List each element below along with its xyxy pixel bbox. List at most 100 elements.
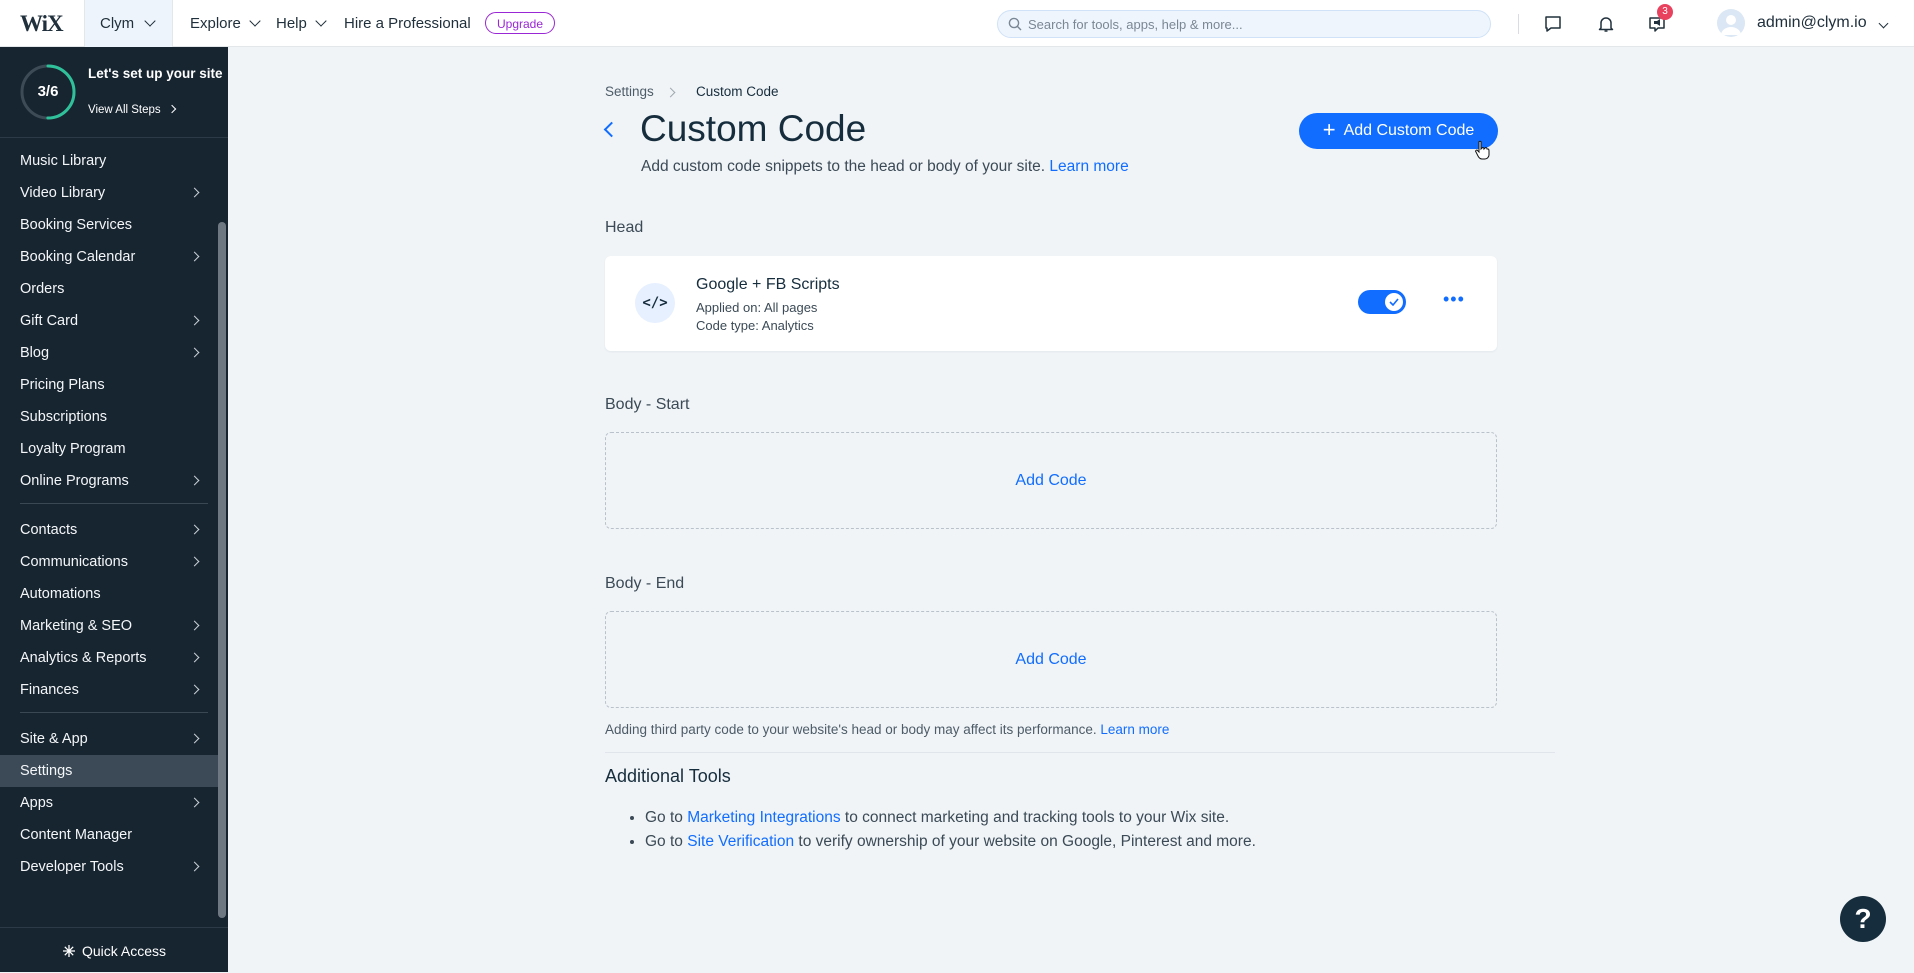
more-actions-icon[interactable]: ••• (1443, 289, 1465, 310)
sidebar-item-label: Gift Card (20, 313, 79, 329)
sidebar-item-apps[interactable]: Apps (0, 787, 220, 819)
chevron-right-icon (189, 861, 200, 872)
sidebar: 3/6 Let's set up your site View All Step… (0, 47, 228, 972)
sidebar-item-label: Pricing Plans (20, 377, 105, 393)
explore-menu[interactable]: Explore (190, 0, 261, 47)
sidebar-item-contacts[interactable]: Contacts (0, 514, 220, 546)
site-verification-link[interactable]: Site Verification (687, 833, 794, 850)
code-icon: </> (635, 283, 675, 323)
chevron-down-icon (249, 15, 261, 27)
divider (1518, 14, 1519, 34)
progress-label: 3/6 (37, 83, 59, 100)
wix-logo[interactable]: WiX (20, 11, 64, 37)
page-subtitle: Add custom code snippets to the head or … (641, 158, 1129, 176)
sidebar-item-label: Communications (20, 554, 128, 570)
sidebar-item-pricing-plans[interactable]: Pricing Plans (0, 369, 220, 401)
performance-note-text: Adding third party code to your website'… (605, 722, 1097, 737)
sidebar-item-settings[interactable]: Settings (0, 755, 220, 787)
sidebar-item-label: Subscriptions (20, 409, 108, 425)
sidebar-item-automations[interactable]: Automations (0, 578, 220, 610)
snippet-toggle[interactable] (1358, 290, 1406, 314)
user-email: admin@clym.io (1757, 14, 1867, 31)
body-start-dropzone: Add Code (605, 432, 1497, 529)
sidebar-item-label: Blog (20, 345, 50, 361)
sidebar-item-site-app[interactable]: Site & App (0, 723, 220, 755)
snippet-card[interactable]: </> Google + FB Scripts Applied on: All … (605, 256, 1497, 351)
section-head-label: Head (605, 219, 644, 236)
chevron-right-icon (189, 347, 200, 358)
chevron-down-icon (1878, 18, 1889, 29)
sidebar-item-finances[interactable]: Finances (0, 674, 220, 706)
add-code-body-end-button[interactable]: Add Code (1015, 651, 1086, 669)
marketing-integrations-link[interactable]: Marketing Integrations (687, 809, 840, 826)
additional-tools-list: Go to Marketing Integrations to connect … (625, 806, 1256, 854)
help-button[interactable]: ? (1840, 896, 1886, 942)
toggle-knob (1385, 293, 1403, 311)
help-menu[interactable]: Help (276, 0, 327, 47)
snippet-name: Google + FB Scripts (696, 276, 840, 293)
chevron-down-icon (315, 15, 327, 27)
sidebar-item-label: Loyalty Program (20, 441, 126, 457)
sidebar-item-analytics-reports[interactable]: Analytics & Reports (0, 642, 220, 674)
note-learn-more-link[interactable]: Learn more (1100, 722, 1169, 737)
sidebar-item-label: Online Programs (20, 473, 129, 489)
sidebar-item-subscriptions[interactable]: Subscriptions (0, 401, 220, 433)
sidebar-item-label: Settings (20, 763, 73, 779)
sidebar-item-label: Booking Calendar (20, 249, 136, 265)
search-placeholder: Search for tools, apps, help & more... (1028, 16, 1243, 32)
explore-label: Explore (190, 15, 241, 32)
sidebar-item-orders[interactable]: Orders (0, 273, 220, 305)
chevron-right-icon (189, 620, 200, 631)
user-menu[interactable]: admin@clym.io (1757, 14, 1889, 32)
chevron-right-icon (189, 684, 200, 695)
site-switcher[interactable]: Clym (84, 0, 173, 47)
sidebar-item-music-library[interactable]: Music Library (0, 145, 220, 177)
chevron-right-icon (189, 475, 200, 486)
sidebar-item-gift-card[interactable]: Gift Card (0, 305, 220, 337)
search-input[interactable]: Search for tools, apps, help & more... (997, 10, 1491, 38)
add-custom-code-button[interactable]: + Add Custom Code (1299, 113, 1498, 149)
sidebar-item-loyalty-program[interactable]: Loyalty Program (0, 433, 220, 465)
upgrade-button[interactable]: Upgrade (485, 12, 556, 34)
quick-access-button[interactable]: Quick Access (0, 927, 228, 973)
section-body-end-label: Body - End (605, 575, 685, 592)
chevron-right-icon (189, 524, 200, 535)
chevron-right-icon (189, 733, 200, 744)
chevron-right-icon (189, 187, 200, 198)
avatar[interactable] (1717, 9, 1745, 37)
snippet-code-type: Code type: Analytics (696, 318, 814, 333)
sidebar-item-communications[interactable]: Communications (0, 546, 220, 578)
sidebar-item-marketing-seo[interactable]: Marketing & SEO (0, 610, 220, 642)
top-bar: WiX Clym Explore Help Hire a Professiona… (0, 0, 1914, 47)
search-icon (1008, 17, 1022, 31)
subtitle-text: Add custom code snippets to the head or … (641, 158, 1046, 175)
hand-cursor-icon (1475, 140, 1490, 160)
add-code-body-start-button[interactable]: Add Code (1015, 472, 1086, 490)
go-to-text: Go to (645, 833, 683, 850)
chat-icon[interactable] (1542, 13, 1564, 35)
sidebar-item-content-manager[interactable]: Content Manager (0, 819, 220, 851)
sidebar-item-label: Apps (20, 795, 54, 811)
sidebar-item-label: Content Manager (20, 827, 133, 843)
help-label: Help (276, 15, 307, 32)
sidebar-item-booking-calendar[interactable]: Booking Calendar (0, 241, 220, 273)
sidebar-item-developer-tools[interactable]: Developer Tools (0, 851, 220, 883)
view-all-steps-label: View All Steps (88, 104, 161, 116)
sidebar-item-online-programs[interactable]: Online Programs (0, 465, 220, 497)
breadcrumb-settings[interactable]: Settings (605, 84, 654, 99)
sidebar-item-blog[interactable]: Blog (0, 337, 220, 369)
tool-description: to verify ownership of your website on G… (798, 833, 1256, 850)
sidebar-item-label: Booking Services (20, 217, 133, 233)
setup-progress[interactable]: 3/6 Let's set up your site View All Step… (0, 47, 228, 137)
back-arrow-icon[interactable] (603, 121, 620, 138)
hire-professional-link[interactable]: Hire a Professional (344, 0, 471, 47)
sidebar-scrollbar[interactable] (218, 222, 226, 918)
sidebar-item-booking-services[interactable]: Booking Services (0, 209, 220, 241)
bell-icon[interactable] (1595, 13, 1617, 35)
sidebar-item-video-library[interactable]: Video Library (0, 177, 220, 209)
view-all-steps-link[interactable]: View All Steps (88, 104, 177, 116)
sidebar-item-label: Music Library (20, 153, 107, 169)
learn-more-link[interactable]: Learn more (1049, 158, 1128, 175)
performance-note: Adding third party code to your website'… (605, 722, 1169, 737)
section-body-start-label: Body - Start (605, 396, 690, 413)
